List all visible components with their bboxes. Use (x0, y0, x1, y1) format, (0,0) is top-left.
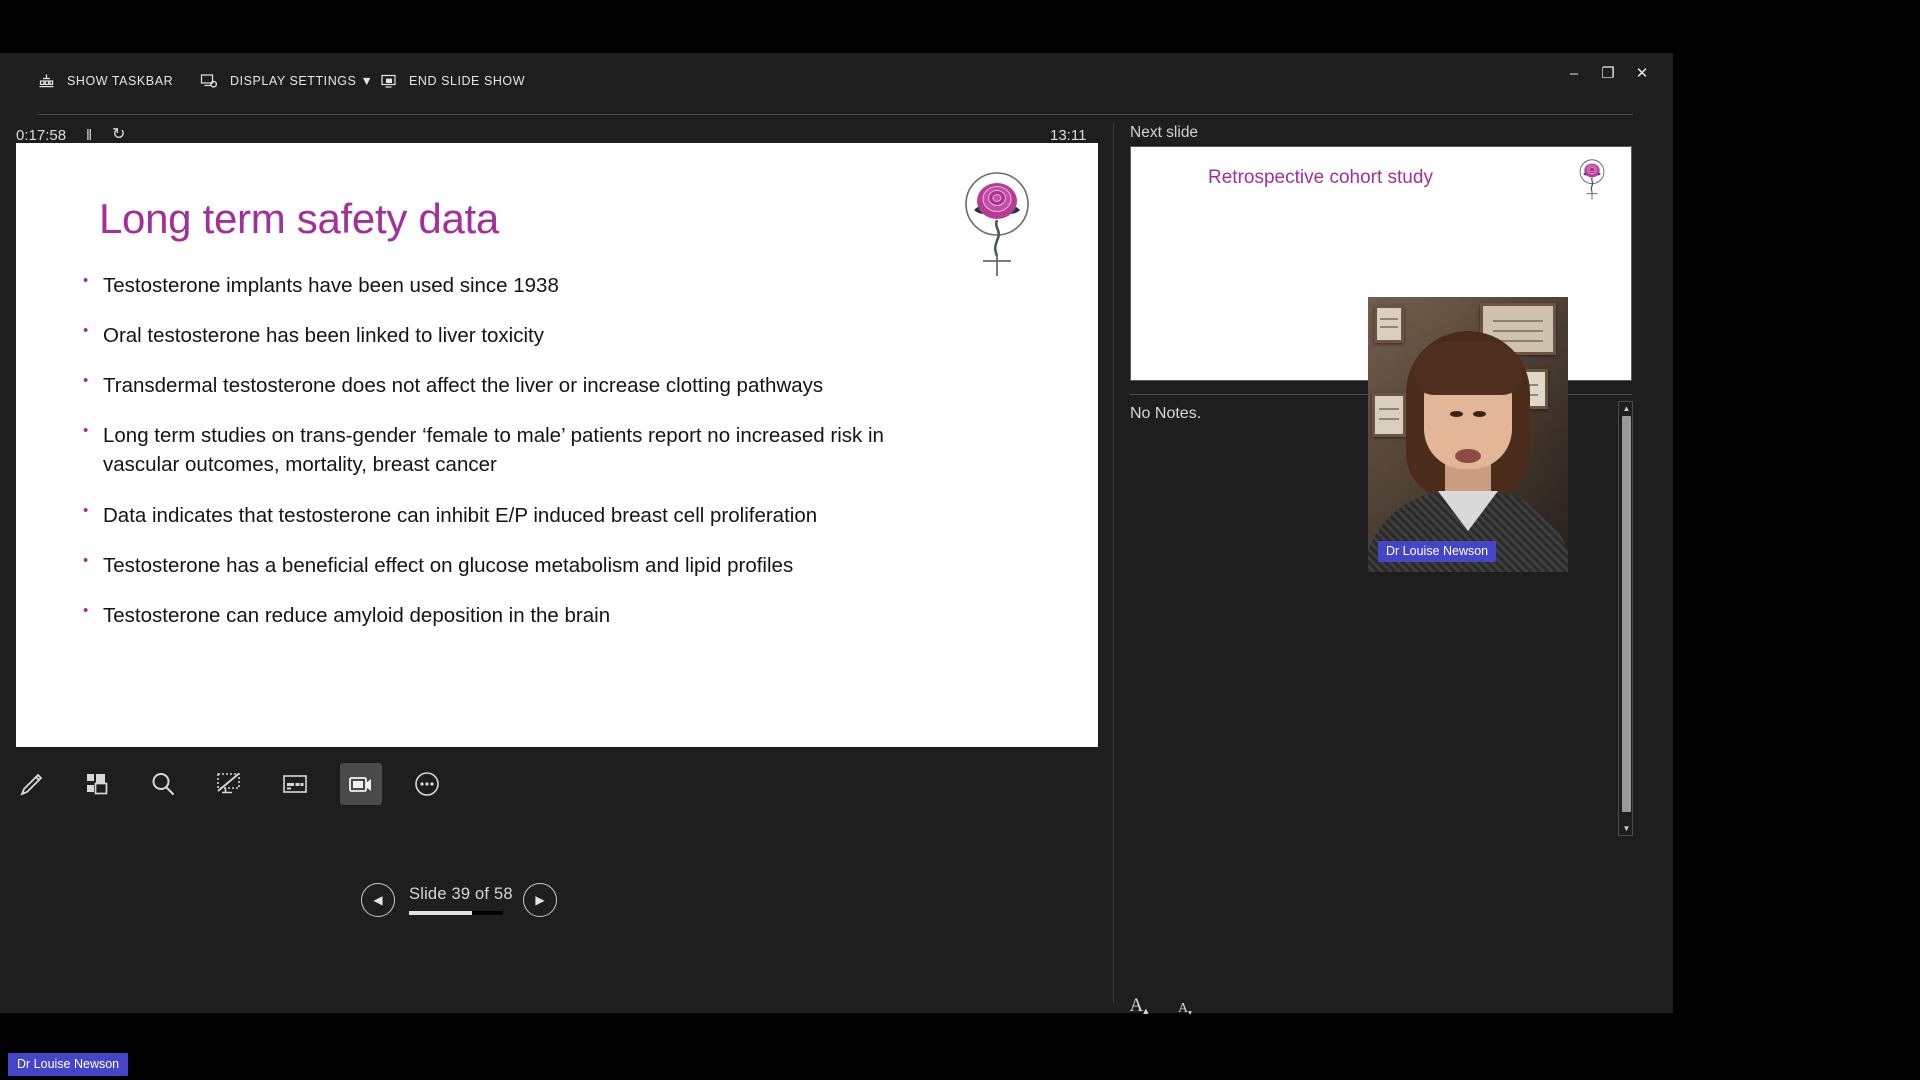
next-slide-button[interactable]: ▶ (523, 883, 557, 917)
presenter-top-bar: SHOW TASKBAR DISPLAY SETTINGS ▼ END SLID… (0, 53, 1673, 115)
slide-counter-label: Slide 39 of 58 (409, 885, 513, 903)
next-slide-label: Next slide (1130, 124, 1199, 141)
slide-bullet: Testosterone has a beneficial effect on … (69, 550, 939, 580)
end-show-icon (380, 73, 397, 89)
display-settings-icon (200, 73, 218, 89)
pen-icon[interactable] (10, 763, 52, 805)
participant-fringe (1414, 341, 1522, 395)
all-slides-icon[interactable] (76, 763, 118, 805)
previous-slide-button[interactable]: ◀ (361, 883, 395, 917)
wall-picture-frame (1372, 393, 1406, 437)
chevron-left-icon: ◀ (373, 893, 383, 907)
notes-scroll-thumb[interactable] (1622, 416, 1631, 812)
end-slide-show-button[interactable]: END SLIDE SHOW (380, 73, 525, 89)
webcam-video-tile[interactable]: Dr Louise Newson (1368, 297, 1568, 572)
decrease-font-label: A (1178, 1001, 1189, 1016)
decrease-notes-font-button[interactable]: A ▾ (1171, 991, 1199, 1017)
display-settings-button[interactable]: DISPLAY SETTINGS ▼ (200, 73, 373, 89)
slide-bullet: Oral testosterone has been linked to liv… (69, 320, 939, 350)
slide-bullet: Long term studies on trans-gender ‘femal… (69, 420, 939, 479)
display-settings-label: DISPLAY SETTINGS ▼ (230, 74, 374, 88)
subtitles-icon[interactable] (274, 763, 316, 805)
slide-counter-group: Slide 39 of 58 (409, 885, 513, 915)
end-slide-show-label: END SLIDE SHOW (409, 74, 526, 88)
taskbar-icon (38, 73, 55, 89)
participant-eye (1473, 411, 1486, 417)
camera-icon[interactable] (340, 763, 382, 805)
slide-title: Long term safety data (99, 195, 499, 242)
current-slide[interactable]: Long term safety data Testosterone impla… (16, 143, 1098, 747)
slide-bullet-list: Testosterone implants have been used sin… (69, 270, 1058, 651)
black-screen-icon[interactable] (208, 763, 250, 805)
notes-scrollbar[interactable]: ▲ ▼ (1618, 401, 1633, 836)
clock: 13:11 (1050, 127, 1087, 144)
slide-bullet: Data indicates that testosterone can inh… (69, 500, 939, 530)
webcam-name-badge: Dr Louise Newson (1378, 541, 1497, 562)
next-slide-title: Retrospective cohort study (1208, 167, 1433, 188)
more-options-icon[interactable] (406, 763, 448, 805)
desktop-name-badge: Dr Louise Newson (8, 1053, 129, 1076)
window-close-button[interactable]: ✕ (1619, 53, 1665, 93)
top-bar-divider (38, 114, 1633, 115)
slide-navigation: ◀ Slide 39 of 58 ▶ (361, 883, 557, 917)
restart-timer-button[interactable]: ↻ (112, 125, 125, 145)
webcam-participant (1368, 331, 1568, 572)
wall-picture-frame (1374, 305, 1404, 343)
screen: SHOW TASKBAR DISPLAY SETTINGS ▼ END SLID… (0, 0, 1920, 1080)
presenter-tool-strip (10, 763, 448, 805)
show-taskbar-label: SHOW TASKBAR (67, 74, 174, 88)
slide-bullet: Testosterone can reduce amyloid depositi… (69, 600, 939, 630)
notes-text: No Notes. (1130, 405, 1202, 422)
participant-mouth (1455, 449, 1481, 463)
scroll-up-icon[interactable]: ▲ (1619, 402, 1634, 415)
pane-divider (1113, 123, 1114, 1003)
elapsed-timer: 0:17:58 (16, 127, 67, 144)
slide-bullet: Transdermal testosterone does not affect… (69, 370, 939, 400)
magnifier-icon[interactable] (142, 763, 184, 805)
chevron-right-icon: ▶ (535, 893, 545, 907)
increase-font-label: A (1129, 995, 1144, 1016)
participant-eye (1450, 411, 1463, 417)
increase-notes-font-button[interactable]: A ▴ (1125, 991, 1153, 1017)
scroll-down-icon[interactable]: ▼ (1619, 822, 1634, 835)
notes-font-size-controls: A ▴ A ▾ (1125, 991, 1199, 1017)
slide-progress-track[interactable] (409, 911, 503, 915)
slide-progress-fill (409, 911, 472, 915)
rose-venus-logo-icon (958, 168, 1036, 278)
slide-bullet: Testosterone implants have been used sin… (69, 270, 939, 300)
rose-venus-logo-icon (1577, 157, 1607, 201)
show-taskbar-button[interactable]: SHOW TASKBAR (38, 73, 173, 89)
